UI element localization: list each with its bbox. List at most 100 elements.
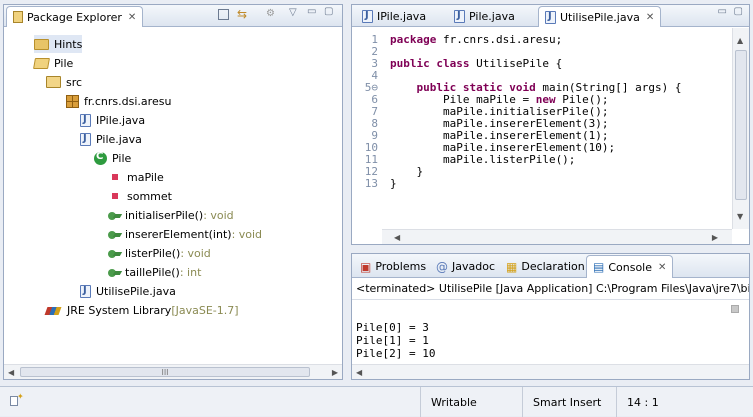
code-text: fr.cnrs.dsi.aresu; (436, 33, 563, 46)
scroll-left-icon[interactable]: ◀ (8, 368, 14, 377)
close-icon[interactable]: ✕ (128, 12, 136, 23)
editor-horizontal-scrollbar[interactable]: ◀ ▶ (382, 229, 732, 244)
tree-item-label: UtilisePile.java (96, 284, 176, 298)
library-icon (46, 305, 62, 316)
declaration-icon: ▦ (506, 259, 518, 274)
tree-item-label: sommet (127, 189, 172, 203)
cursor-position-status: 14 : 1 (616, 387, 753, 417)
tab-label: Javadoc (452, 260, 495, 273)
tree-item-type: : void (203, 208, 234, 222)
collapse-all-icon[interactable] (218, 9, 229, 20)
java-file-icon (362, 10, 373, 23)
editor-tab[interactable]: Pile.java (448, 6, 521, 27)
console-line: Pile[2] = 10 (356, 347, 436, 360)
code-line[interactable]: public class UtilisePile { (390, 58, 562, 70)
writable-label: Writable (431, 395, 477, 409)
scroll-down-icon[interactable]: ▼ (737, 212, 743, 221)
editor-panel: ▭ ▢ IPile.java Pile.java UtilisePile.java ✕… (351, 4, 750, 245)
bottom-tab[interactable]: ▦ Declaration (500, 255, 591, 278)
tree-item-label: src (66, 75, 83, 89)
tree-item[interactable]: fr.cnrs.dsi.aresu (66, 92, 171, 110)
java-file-icon (80, 132, 91, 146)
console-horizontal-scrollbar[interactable]: ◀ (352, 364, 749, 379)
keyword: public (390, 57, 430, 70)
scroll-right-icon[interactable]: ▶ (332, 368, 338, 377)
tree-item[interactable]: listerPile() : void (108, 244, 211, 262)
terminated-label: <terminated> UtilisePile [Java Applicati… (356, 282, 749, 295)
console-line: Pile[0] = 3 (356, 321, 429, 334)
tree-item[interactable]: Pile.java (80, 130, 142, 148)
editor-tab[interactable]: IPile.java (356, 6, 432, 27)
method-icon (108, 230, 120, 239)
scroll-right-icon[interactable]: ▶ (712, 233, 718, 242)
field-icon (112, 174, 118, 180)
tree-item[interactable]: IPile.java (80, 111, 145, 129)
link-with-editor-icon[interactable]: ⇆ (237, 7, 247, 21)
package-explorer-panel: Package Explorer ✕ ⇆ ⚙ ▽ ▭ ▢ Hints Pile sr… (3, 4, 343, 380)
scroll-left-icon[interactable]: ◀ (394, 233, 400, 242)
code-line[interactable]: } (390, 178, 397, 190)
bottom-tab[interactable]: ▣ Problems (354, 255, 432, 278)
scroll-thumb[interactable] (735, 50, 747, 200)
maximize-icon[interactable]: ▢ (324, 6, 333, 17)
java-file-icon (545, 10, 556, 24)
maximize-icon[interactable]: ▢ (734, 6, 743, 17)
tree-item[interactable]: initialiserPile() : void (108, 206, 234, 224)
java-file-icon (454, 10, 465, 23)
console-header: <terminated> UtilisePile [Java Applicati… (352, 278, 749, 300)
console-output: Pile[0] = 3 Pile[1] = 1 Pile[2] = 10 (354, 322, 749, 363)
editor-tab[interactable]: UtilisePile.java ✕ (538, 6, 662, 27)
tree-item[interactable]: UtilisePile.java (80, 282, 176, 300)
tab-label: Console (608, 260, 653, 274)
editor-vertical-scrollbar[interactable]: ▲ ▼ (732, 28, 749, 229)
view-menu-icon[interactable]: ▽ (289, 7, 297, 18)
scroll-thumb[interactable]: III (20, 367, 310, 377)
method-icon (108, 211, 120, 220)
minimize-icon[interactable]: ▭ (718, 6, 727, 17)
minimize-icon[interactable]: ▭ (307, 6, 316, 17)
tree-item[interactable]: Hints (34, 35, 83, 53)
close-icon[interactable]: ✕ (658, 262, 666, 273)
keyword: package (390, 33, 437, 46)
tab-label: IPile.java (377, 10, 427, 23)
insert-mode-status: Smart Insert (522, 387, 614, 417)
tree-item-label: taillePile() (125, 265, 180, 279)
cursor-position-label: 14 : 1 (627, 395, 659, 409)
bottom-tab[interactable]: @ Javadoc (430, 255, 501, 278)
tree-item[interactable]: sommet (108, 187, 172, 205)
scroll-up-icon[interactable]: ▲ (737, 36, 743, 45)
tree-item[interactable]: Pile (94, 149, 131, 167)
tree-item[interactable]: taillePile() : int (108, 263, 201, 281)
terminate-icon[interactable] (731, 305, 739, 313)
bottom-tab[interactable]: ▤ Console ✕ (586, 255, 674, 278)
tree-item[interactable]: src (46, 73, 82, 91)
line-number: 13 (364, 177, 378, 190)
code-line[interactable]: package fr.cnrs.dsi.aresu; (390, 34, 562, 46)
close-icon[interactable]: ✕ (646, 12, 654, 23)
scroll-left-icon[interactable]: ◀ (356, 368, 362, 377)
code-editor[interactable]: 1 2 3 4 5⊖ 6 7 8 9 10 11 12 13 package fr.cnrs.dsi.a… (352, 28, 749, 244)
console-line: Pile[1] = 1 (356, 334, 429, 347)
package-icon (66, 94, 79, 108)
tree-item-type: : int (179, 265, 202, 279)
tab-label: Problems (375, 260, 427, 273)
method-icon (108, 268, 120, 277)
package-explorer-tabbar: Package Explorer ✕ ⇆ ⚙ ▽ ▭ ▢ (4, 5, 342, 27)
tree-item[interactable]: insererElement(int) : void (108, 225, 262, 243)
tree-horizontal-scrollbar[interactable]: ◀ III ▶ (4, 364, 342, 379)
scroll-grip: III (161, 368, 169, 377)
tree-item-label: Pile (54, 56, 74, 70)
tree-item-label: Hints (54, 37, 83, 51)
tree-item-label: insererElement(int) (125, 227, 232, 241)
tree-item-label: initialiserPile() (125, 208, 204, 222)
code-area[interactable]: package fr.cnrs.dsi.aresu; public class U… (390, 28, 731, 229)
tab-label: Declaration (521, 260, 585, 273)
tab-package-explorer[interactable]: Package Explorer ✕ (6, 6, 144, 27)
tab-label: Pile.java (469, 10, 515, 23)
tree-item[interactable]: Pile (33, 54, 74, 72)
code-text: UtilisePile { (469, 57, 563, 70)
tree-item[interactable]: maPile (108, 168, 164, 186)
focus-icon[interactable]: ⚙ (266, 8, 275, 19)
tree-item[interactable]: JRE System Library [JavaSE-1.7] (46, 301, 239, 319)
field-icon (112, 193, 118, 199)
